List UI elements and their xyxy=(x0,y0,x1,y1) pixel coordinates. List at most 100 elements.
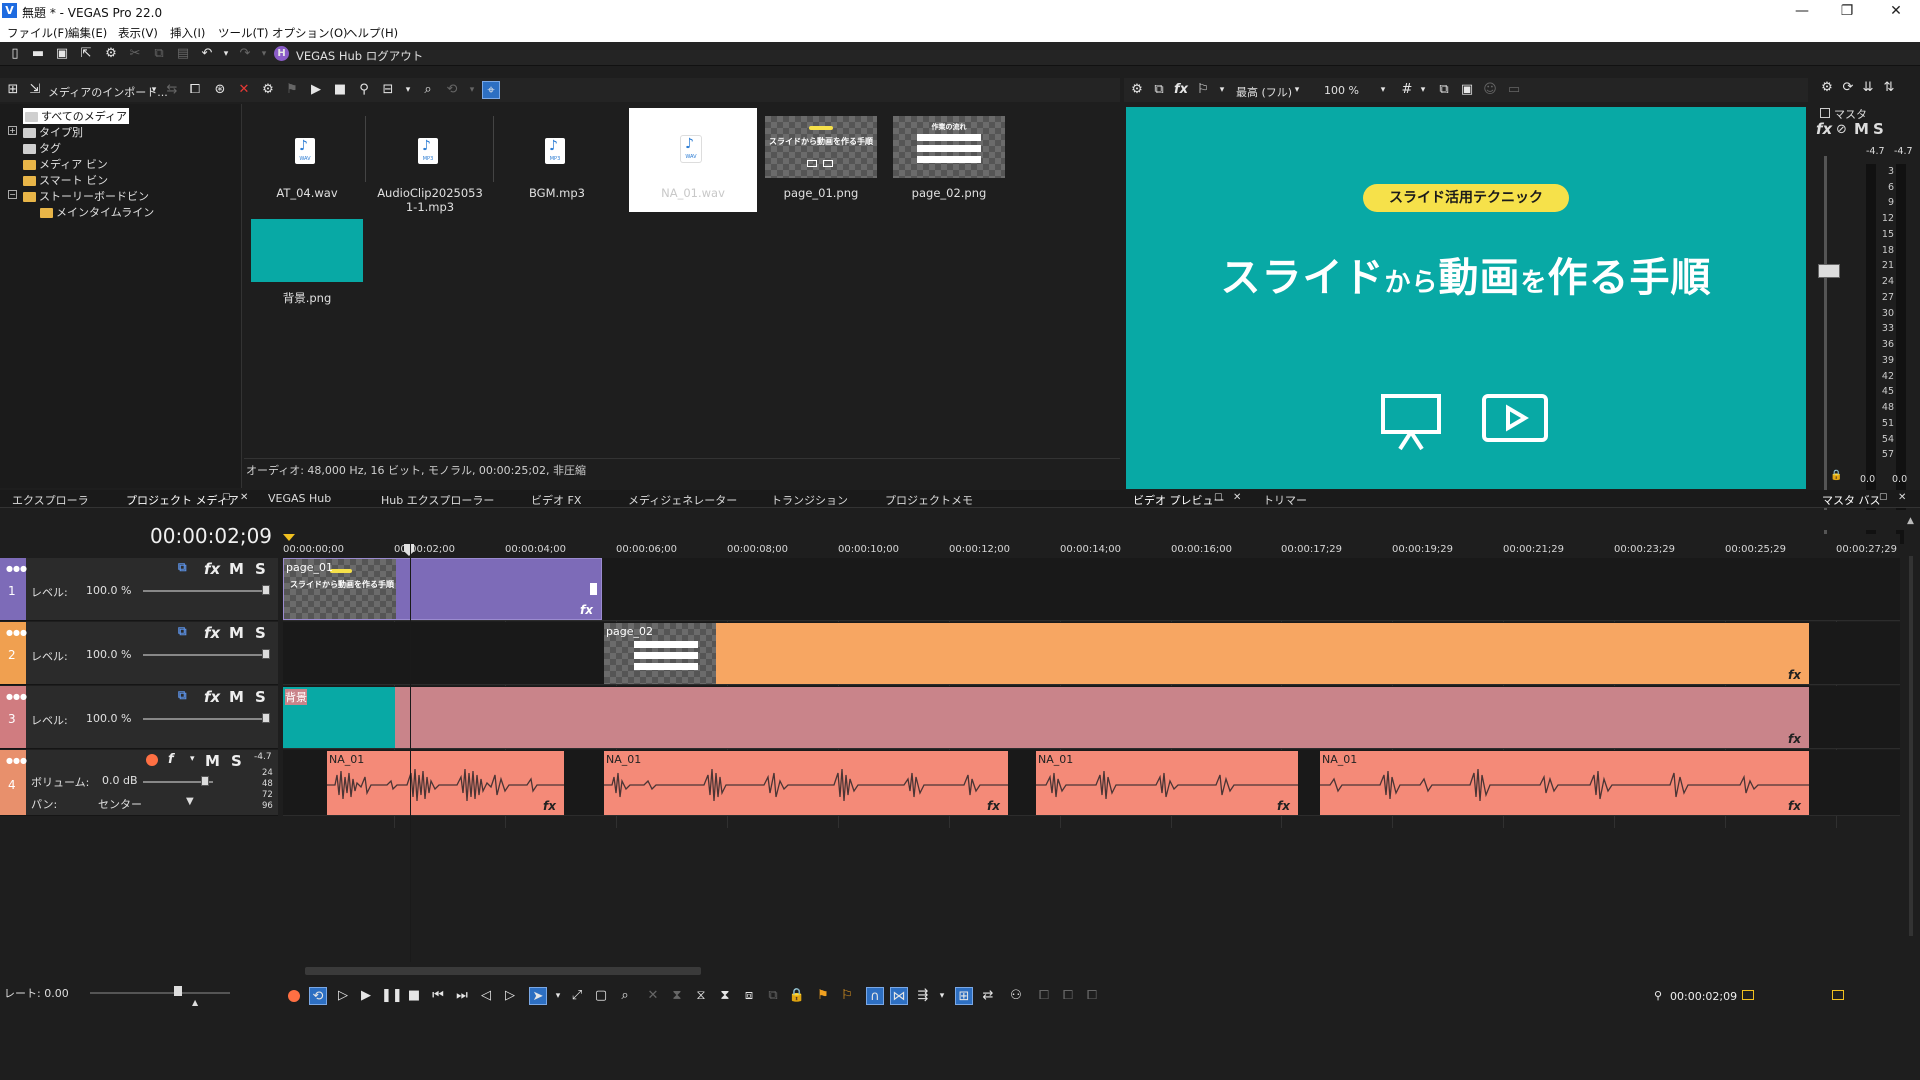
tab-vegas-hub[interactable]: VEGAS Hub xyxy=(268,492,331,505)
paste-icon[interactable]: ▤ xyxy=(174,45,192,63)
media-fx-icon[interactable]: ⊛ xyxy=(211,81,229,99)
minimize-button[interactable]: — xyxy=(1782,1,1822,21)
scope-icon[interactable]: ▭ xyxy=(1505,81,1523,99)
track-lane-2[interactable]: page_02 fx xyxy=(283,622,1900,685)
clip-fx-icon[interactable]: fx xyxy=(1277,799,1290,813)
compositing-icon[interactable]: ⧉ xyxy=(178,560,187,575)
time-ruler[interactable]: 00:00:00;00 00:00:02;00 00:00:04;00 00:0… xyxy=(283,534,1900,558)
track-mute-button[interactable]: M xyxy=(229,560,244,578)
track-header-4-audio[interactable]: ●●● 4 f ▾ M S ボリューム: 0.0 dB パン: センター ▼ -… xyxy=(0,750,278,816)
level-slider[interactable] xyxy=(143,590,269,592)
track-solo-button[interactable]: S xyxy=(231,752,242,770)
clip-fx-icon[interactable]: fx xyxy=(580,603,593,617)
track-fx-button[interactable]: fx xyxy=(204,688,220,706)
loop-marker-icon[interactable] xyxy=(283,534,295,541)
properties-gear-icon[interactable]: ⚙ xyxy=(102,45,120,63)
menu-edit[interactable]: 編集(E) xyxy=(68,25,107,41)
video-fx-icon[interactable]: fx xyxy=(1172,81,1190,99)
track-fx-button[interactable]: fx xyxy=(204,624,220,642)
tree-media-bins[interactable]: メディア ビン xyxy=(23,156,108,172)
trim-start-icon[interactable]: ⧖ xyxy=(692,987,710,1005)
collapse-icon[interactable]: − xyxy=(8,190,17,199)
master-checkbox[interactable] xyxy=(1820,108,1830,118)
level-slider[interactable] xyxy=(143,654,269,656)
stop-preview-icon[interactable]: ■ xyxy=(331,81,349,99)
media-view-icon[interactable]: ⊞ xyxy=(4,81,22,99)
menu-tools[interactable]: ツール(T) xyxy=(218,25,269,41)
snapping-icon[interactable]: ∩ xyxy=(866,987,884,1005)
tab-media-generators[interactable]: メディジェネレーター xyxy=(628,492,737,508)
selection-tool-icon[interactable]: ▢ xyxy=(592,987,610,1005)
previous-frame-icon[interactable]: ◁ xyxy=(477,987,495,1005)
master-fader-knob[interactable] xyxy=(1818,264,1840,278)
undo-dropdown-icon[interactable]: ▾ xyxy=(217,45,235,63)
remove-icon[interactable]: ✕ xyxy=(235,81,253,99)
import-dropdown-icon[interactable]: ▾ xyxy=(145,81,163,99)
split-screen-icon[interactable]: ⚐ xyxy=(1194,81,1212,99)
save-snapshot-icon[interactable]: ▣ xyxy=(1458,81,1476,99)
timeline-horizontal-scrollbar[interactable] xyxy=(283,964,1900,978)
clip-page01[interactable]: スライドから動画を作る手順 page_01 fx xyxy=(283,558,602,620)
preview-properties-gear-icon[interactable]: ⚙ xyxy=(1128,81,1146,99)
views-icon[interactable]: ⊟ xyxy=(379,81,397,99)
tab-master-bus[interactable]: マスタ バス xyxy=(1822,492,1881,508)
menu-insert[interactable]: 挿入(I) xyxy=(170,25,205,41)
track-fx-button[interactable]: f xyxy=(168,752,174,767)
lock-envelopes-icon[interactable]: ⊞ xyxy=(955,987,973,1005)
video-preview[interactable]: スライド活用テクニック スライドから動画を作る手順 xyxy=(1126,107,1806,489)
new-icon[interactable]: ▯ xyxy=(6,45,24,63)
tag-icon[interactable]: ⚑ xyxy=(283,81,301,99)
save-icon[interactable]: ▣ xyxy=(53,45,71,63)
tab-explorer[interactable]: エクスプローラ xyxy=(12,492,89,508)
search-icon[interactable]: ⌕ xyxy=(419,81,437,99)
open-icon[interactable]: ▬ xyxy=(29,45,47,63)
media-item-at04[interactable]: WAV AT_04.wav xyxy=(250,114,364,209)
close-button[interactable]: ✕ xyxy=(1876,1,1916,21)
group-icon[interactable]: ⧠ xyxy=(1035,987,1053,1005)
region-icon[interactable]: ⚐ xyxy=(838,987,856,1005)
master-fx-button[interactable]: fx xyxy=(1816,120,1832,138)
normal-edit-tool-icon[interactable]: ➤ xyxy=(529,987,547,1005)
loop-region-icon[interactable] xyxy=(1832,990,1844,1000)
track-header-3[interactable]: ●●● 3 ⧉ fx M S レベル: 100.0 % xyxy=(0,686,278,749)
track-motion-icon[interactable]: ⚇ xyxy=(1007,987,1025,1005)
undo-icon[interactable]: ↶ xyxy=(198,45,216,63)
track-lane-4[interactable]: NA_01 fx NA_01 fx NA_01 fx NA_01 fx xyxy=(283,750,1900,816)
views-dropdown-icon[interactable]: ▾ xyxy=(399,81,417,99)
expand-icon[interactable]: + xyxy=(8,126,17,135)
tab-video-preview[interactable]: ビデオ プレビュー xyxy=(1133,492,1225,508)
compositing-icon[interactable]: ⧉ xyxy=(178,688,187,703)
track-solo-button[interactable]: S xyxy=(255,624,266,642)
mixer-icon[interactable]: ⟳ xyxy=(1839,79,1857,97)
play-preview-icon[interactable]: ▶ xyxy=(307,81,325,99)
pause-button[interactable]: ❚❚ xyxy=(381,987,403,1005)
vegas-hub-logout[interactable]: VEGAS Hub ログアウト xyxy=(296,48,423,64)
clip-na01-4[interactable]: NA_01 fx xyxy=(1320,751,1809,815)
tree-smart-bins[interactable]: スマート ビン xyxy=(23,172,108,188)
level-slider[interactable] xyxy=(143,718,269,720)
timeline-vertical-scrollbar[interactable]: ▲ xyxy=(1904,516,1918,966)
clip-fx-icon[interactable]: fx xyxy=(1788,668,1801,682)
tab-project-notes[interactable]: プロジェクトメモ xyxy=(885,492,973,508)
get-media-icon[interactable]: ⧠ xyxy=(186,81,204,99)
rate-reset-icon[interactable]: ▲ xyxy=(192,998,198,1007)
ungroup-icon[interactable]: ⧠ xyxy=(1059,987,1077,1005)
vegas-hub-icon[interactable]: H xyxy=(274,46,289,61)
reset-dropdown-icon[interactable]: ▾ xyxy=(463,81,481,99)
track-mute-button[interactable]: M xyxy=(229,688,244,706)
track-solo-button[interactable]: S xyxy=(255,688,266,706)
lock-icon[interactable]: 🔒 xyxy=(788,987,806,1005)
tree-by-type[interactable]: タイプ別 xyxy=(23,124,83,140)
tree-storyboard-bins[interactable]: ストーリーボードビン xyxy=(23,188,149,204)
stop-button[interactable]: ■ xyxy=(405,987,423,1005)
tab-video-fx[interactable]: ビデオ FX xyxy=(531,492,581,508)
lock-icon[interactable]: 🔒 xyxy=(1830,470,1842,481)
remove-from-group-icon[interactable]: ⧠ xyxy=(1083,987,1101,1005)
split-icon[interactable]: ⧈ xyxy=(740,987,758,1005)
next-frame-icon[interactable]: ▷ xyxy=(501,987,519,1005)
master-undock-icon[interactable]: ▢ xyxy=(1879,492,1888,502)
tree-tags[interactable]: タグ xyxy=(23,140,61,156)
tree-main-timeline[interactable]: メインタイムライン xyxy=(40,204,154,220)
track-header-2[interactable]: ●●● 2 ⧉ fx M S レベル: 100.0 % xyxy=(0,622,278,685)
autopreview-icon[interactable]: ⚲ xyxy=(355,81,373,99)
